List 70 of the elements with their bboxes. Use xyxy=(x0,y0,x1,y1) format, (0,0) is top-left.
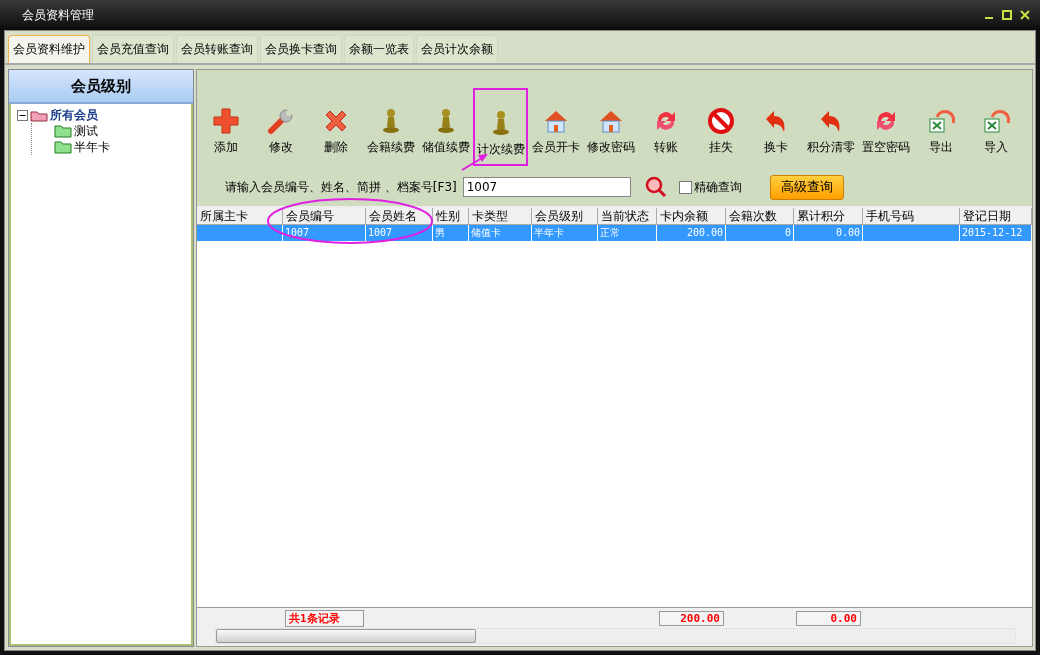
column-header: 累计积分 xyxy=(794,208,863,224)
record-count: 共1条记录 xyxy=(285,609,364,627)
column-header: 会员姓名 xyxy=(366,208,433,224)
column-header: 性别 xyxy=(433,208,469,224)
table-cell: 正常 xyxy=(598,225,657,242)
toolbar-button[interactable]: 导入 xyxy=(968,104,1023,158)
tab[interactable]: 会员换卡查询 xyxy=(260,35,342,63)
toolbar-button[interactable]: 积分清零 xyxy=(803,104,858,158)
table-cell: 0.00 xyxy=(794,225,863,242)
balance-total: 200.00 xyxy=(659,610,724,626)
toolbar-button[interactable]: 会员开卡 xyxy=(528,104,583,158)
column-header: 会员编号 xyxy=(283,208,366,224)
table-cell: 男 xyxy=(433,225,469,242)
toolbar-button[interactable]: 会籍续费 xyxy=(363,104,418,158)
sidebar-title: 会员级别 xyxy=(9,70,193,104)
column-header: 卡内余额 xyxy=(657,208,726,224)
toolbar-button[interactable]: 导出 xyxy=(913,104,968,158)
toolbar-button[interactable]: 转账 xyxy=(638,104,693,158)
folder-icon xyxy=(54,140,72,154)
tab[interactable]: 余额一览表 xyxy=(344,35,414,63)
toolbar-button[interactable]: 换卡 xyxy=(748,104,803,158)
column-header: 所属主卡 xyxy=(197,208,283,224)
toolbar-button[interactable]: 挂失 xyxy=(693,104,748,158)
toolbar-button[interactable]: 计次续费 xyxy=(473,88,528,166)
toolbar-button[interactable]: 修改密码 xyxy=(583,104,638,158)
collapse-icon[interactable] xyxy=(17,109,28,121)
table-cell: 0 xyxy=(726,225,794,242)
column-header: 登记日期 xyxy=(960,208,1032,224)
spreadsheet-arrow-icon xyxy=(981,107,1010,135)
table-cell: 200.00 xyxy=(657,225,726,242)
search-label: 请输入会员编号、姓名、简拼 、档案号[F3] xyxy=(225,178,457,196)
advanced-search-button[interactable]: 高级查询 xyxy=(769,174,844,200)
tree-item[interactable]: 所有会员 xyxy=(50,106,98,124)
toolbar-button[interactable]: 修改 xyxy=(253,104,308,158)
spreadsheet-arrow-icon xyxy=(926,107,955,135)
wrench-icon xyxy=(266,107,295,135)
search-field[interactable]: 1007 xyxy=(462,177,631,197)
table-cell: 2015-12-12 xyxy=(960,225,1032,242)
maximize-icon[interactable] xyxy=(1002,10,1012,20)
search-icon[interactable] xyxy=(644,176,667,198)
column-header: 手机号码 xyxy=(863,208,960,224)
toolbar-button[interactable]: 添加 xyxy=(198,104,253,158)
scrollbar-thumb[interactable] xyxy=(216,629,476,643)
horizontal-scrollbar[interactable] xyxy=(215,628,1016,644)
tab[interactable]: 会员充值查询 xyxy=(92,35,174,63)
close-icon[interactable] xyxy=(1020,10,1030,20)
tree-item[interactable]: 测试 xyxy=(74,122,98,140)
table-cell: 半年卡 xyxy=(532,225,598,242)
tree-item[interactable]: 半年卡 xyxy=(74,138,110,156)
no-entry-icon xyxy=(706,107,735,135)
tab[interactable]: 会员转账查询 xyxy=(176,35,258,63)
folder-open-icon xyxy=(30,108,48,122)
column-header: 卡类型 xyxy=(469,208,532,224)
toolbar-button[interactable]: 置空密码 xyxy=(858,104,913,158)
table-cell: 1007 xyxy=(366,225,433,242)
plus-icon xyxy=(211,107,240,135)
window-title: 会员资料管理 xyxy=(22,6,94,24)
tab[interactable]: 会员计次余额 xyxy=(416,35,498,63)
points-total: 0.00 xyxy=(796,610,861,626)
checkbox[interactable] xyxy=(678,180,692,194)
column-header: 会籍次数 xyxy=(726,208,794,224)
column-header: 会员级别 xyxy=(532,208,598,224)
folder-icon xyxy=(54,124,72,138)
checkbox-label: 精确查询 xyxy=(693,178,742,196)
toolbar-button[interactable]: 储值续费 xyxy=(418,104,473,158)
tab[interactable]: 会员资料维护 xyxy=(8,35,90,63)
annotation-arrow xyxy=(461,154,488,171)
column-header: 当前状态 xyxy=(598,208,657,224)
toolbar-button[interactable]: 删除 xyxy=(308,104,363,158)
table-cell: 储值卡 xyxy=(469,225,532,242)
